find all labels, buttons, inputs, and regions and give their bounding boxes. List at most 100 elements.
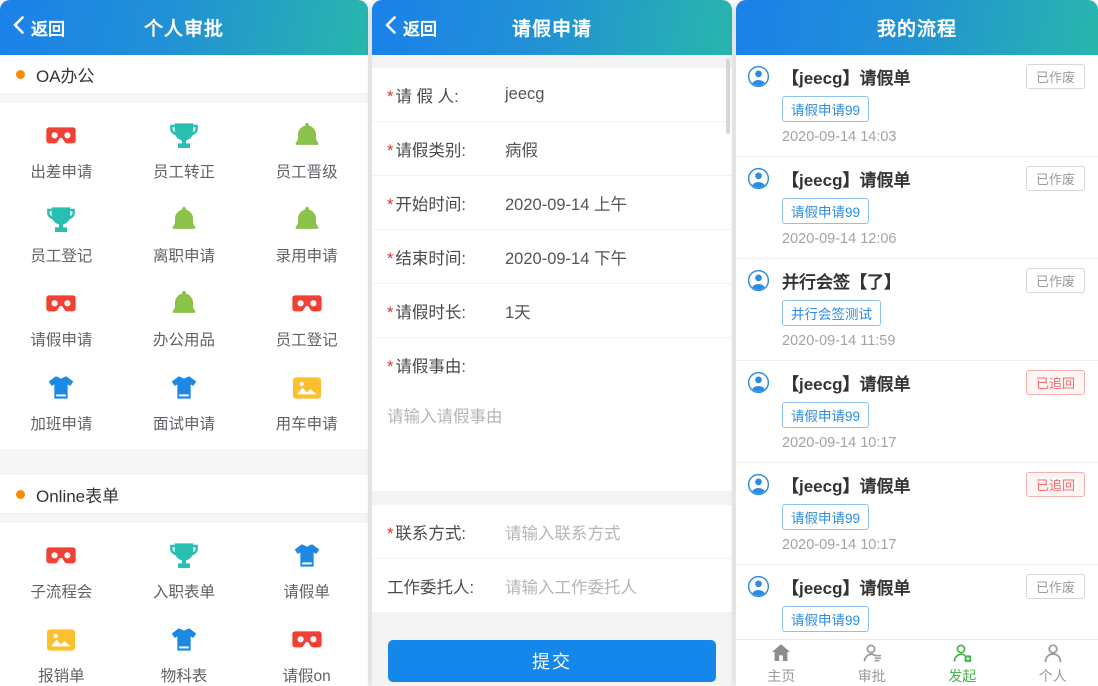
field-value: 2020-09-14 上午 <box>505 191 627 215</box>
form-field[interactable]: *请 假 人: jeecg <box>372 68 732 122</box>
field-label: *开始时间: <box>387 191 505 215</box>
bell-icon <box>291 120 323 152</box>
flow-list-item[interactable]: 【jeecg】请假单 已追回 请假申请99 2020-09-14 10:17 <box>736 463 1098 565</box>
form-gap <box>372 55 732 68</box>
status-badge: 已作废 <box>1026 166 1085 191</box>
form-header: 返回 请假申请 <box>372 0 732 55</box>
app-item[interactable]: 入职表单 <box>123 529 246 613</box>
required-asterisk: * <box>387 250 393 268</box>
app-item[interactable]: 请假申请 <box>0 277 123 361</box>
app-item[interactable]: 员工转正 <box>123 109 246 193</box>
app-item[interactable]: 用车申请 <box>245 361 368 445</box>
app-grid: 出差申请 员工转正 员工晋级 员工登记 离职申请 录用申请 请假申请 办公用品 … <box>0 103 368 449</box>
form-field[interactable]: *结束时间: 2020-09-14 下午 <box>372 230 732 284</box>
status-badge: 已追回 <box>1026 370 1085 395</box>
app-item[interactable]: 出差申请 <box>0 109 123 193</box>
trophy-icon <box>168 540 200 572</box>
field-label: *请假事由: <box>387 353 717 377</box>
bell-icon <box>168 204 200 236</box>
back-button[interactable]: 返回 <box>385 0 437 55</box>
required-asterisk: * <box>387 196 393 214</box>
flow-list-item[interactable]: 【jeecg】请假单 已追回 请假申请99 2020-09-14 10:17 <box>736 361 1098 463</box>
app-item[interactable]: 员工登记 <box>0 193 123 277</box>
flow-timestamp: 2020-09-14 14:03 <box>782 129 1085 145</box>
flow-timestamp: 2020-09-14 11:59 <box>782 333 1085 349</box>
flow-timestamp: 2020-09-14 10:17 <box>782 435 1085 451</box>
field-label: *请假类别: <box>387 137 505 161</box>
form-field[interactable]: *请假类别: 病假 <box>372 122 732 176</box>
form-field[interactable]: *开始时间: 2020-09-14 上午 <box>372 176 732 230</box>
section-gap <box>0 94 368 103</box>
form-body: *请 假 人: jeecg *请假类别: 病假 *开始时间: 2020-09-1… <box>372 55 732 686</box>
vr-icon <box>45 540 77 572</box>
flow-tag: 请假申请99 <box>782 504 869 530</box>
nav-item-审批[interactable]: 审批 <box>827 640 918 686</box>
image-icon <box>45 624 77 656</box>
app-item[interactable]: 员工登记 <box>245 277 368 361</box>
page-title: 请假申请 <box>512 14 592 41</box>
flow-tag: 请假申请99 <box>782 198 869 224</box>
app-item-label: 请假申请 <box>30 328 92 350</box>
app-item[interactable]: 请假单 <box>245 529 368 613</box>
app-item[interactable]: 报销单 <box>0 613 123 686</box>
field-label: *联系方式: <box>387 520 505 544</box>
field-placeholder: 请输入工作委托人 <box>505 574 637 598</box>
avatar-icon <box>747 371 770 394</box>
reason-textarea-placeholder: 请输入请假事由 <box>387 403 717 427</box>
field-placeholder: 请输入联系方式 <box>505 520 621 544</box>
page-title: 个人审批 <box>144 14 224 41</box>
submit-button[interactable]: 提交 <box>388 640 716 682</box>
app-item[interactable]: 员工晋级 <box>245 109 368 193</box>
flow-list-item[interactable]: 【jeecg】请假单 已作废 请假申请99 2020-09-14 14:03 <box>736 55 1098 157</box>
flow-list: 【jeecg】请假单 已作废 请假申请99 2020-09-14 14:03 【… <box>736 55 1098 640</box>
flow-tag: 请假申请99 <box>782 402 869 428</box>
trophy-icon <box>168 120 200 152</box>
nav-item-主页[interactable]: 主页 <box>736 640 827 686</box>
nav-item-个人[interactable]: 个人 <box>1008 640 1098 686</box>
nav-item-发起[interactable]: 发起 <box>917 640 1008 686</box>
app-item[interactable]: 办公用品 <box>123 277 246 361</box>
form-field[interactable]: 工作委托人: 请输入工作委托人 <box>372 559 732 613</box>
app-item-label: 办公用品 <box>153 328 215 350</box>
flow-timestamp: 2020-09-14 12:06 <box>782 231 1085 247</box>
panel-personal-approval: 返回 个人审批 OA办公 出差申请 员工转正 员工晋级 员工登记 离职申请 录用… <box>0 0 368 686</box>
required-asterisk: * <box>387 88 393 106</box>
status-badge: 已追回 <box>1026 472 1085 497</box>
app-item[interactable]: 物科表 <box>123 613 246 686</box>
app-item[interactable]: 请假on <box>245 613 368 686</box>
field-value: 病假 <box>505 137 538 161</box>
form-field[interactable]: *请假时长: 1天 <box>372 284 732 338</box>
flow-list-item[interactable]: 【jeecg】请假单 已作废 请假申请99 2020-09-14 10:14 <box>736 565 1098 640</box>
app-item[interactable]: 加班申请 <box>0 361 123 445</box>
nav-label: 个人 <box>1039 666 1067 686</box>
app-root: 返回 个人审批 OA办公 出差申请 员工转正 员工晋级 员工登记 离职申请 录用… <box>0 0 1098 686</box>
form-gap <box>372 492 732 505</box>
flow-tag: 请假申请99 <box>782 606 869 632</box>
bottom-nav: 主页 审批 发起 个人 <box>736 639 1098 686</box>
app-item[interactable]: 面试申请 <box>123 361 246 445</box>
flow-list-item[interactable]: 【jeecg】请假单 已作废 请假申请99 2020-09-14 12:06 <box>736 157 1098 259</box>
panel-my-flows: 我的流程 【jeecg】请假单 已作废 请假申请99 2020-09-14 14… <box>736 0 1098 686</box>
section-divider <box>0 449 368 475</box>
avatar-icon <box>747 575 770 598</box>
form-field[interactable]: *联系方式: 请输入联系方式 <box>372 505 732 559</box>
flow-title: 【jeecg】请假单 <box>782 472 1026 497</box>
app-item[interactable]: 离职申请 <box>123 193 246 277</box>
flow-tag: 并行会签测试 <box>782 300 881 326</box>
nav-label: 发起 <box>948 666 976 686</box>
required-asterisk: * <box>387 525 393 543</box>
back-button[interactable]: 返回 <box>13 0 65 55</box>
scrollbar[interactable] <box>726 59 730 134</box>
app-item[interactable]: 子流程会 <box>0 529 123 613</box>
required-asterisk: * <box>387 142 393 160</box>
approval-header: 返回 个人审批 <box>0 0 368 55</box>
tshirt-icon <box>168 624 200 656</box>
app-item[interactable]: 录用申请 <box>245 193 368 277</box>
reason-field[interactable]: *请假事由: 请输入请假事由 <box>372 338 732 492</box>
flow-list-item[interactable]: 并行会签【了】 已作废 并行会签测试 2020-09-14 11:59 <box>736 259 1098 361</box>
status-badge: 已作废 <box>1026 574 1085 599</box>
avatar-icon <box>747 269 770 292</box>
flow-tag: 请假申请99 <box>782 96 869 122</box>
avatar-icon <box>747 65 770 88</box>
app-item-label: 请假单 <box>283 580 330 602</box>
